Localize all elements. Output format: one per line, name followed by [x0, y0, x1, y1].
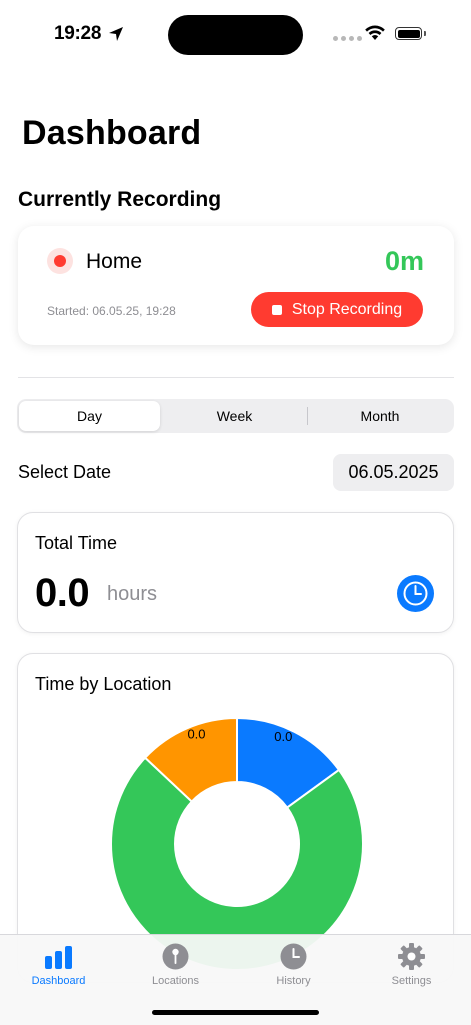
status-bar: 19:28 [0, 0, 471, 62]
clock-icon [280, 943, 307, 970]
clock-icon [397, 575, 434, 612]
tab-label: History [276, 975, 311, 987]
wifi-icon [365, 25, 385, 40]
period-option-day[interactable]: Day [19, 401, 160, 431]
gear-icon [398, 943, 425, 970]
period-option-week[interactable]: Week [162, 401, 307, 431]
tab-label: Dashboard [31, 975, 86, 987]
tab-label: Settings [391, 975, 432, 987]
recording-started: Started: 06.05.25, 19:28 [47, 304, 176, 318]
battery-cap [424, 31, 426, 36]
recording-location: Home [86, 250, 143, 273]
tab-dashboard[interactable]: Dashboard [0, 935, 117, 995]
recording-indicator-icon [47, 248, 73, 274]
page-title: Dashboard [22, 114, 202, 152]
total-time-title: Total Time [35, 533, 118, 553]
bar-chart-icon [45, 946, 72, 969]
dynamic-island [168, 15, 303, 55]
tab-locations[interactable]: Locations [117, 935, 234, 995]
recording-duration: 0m [384, 246, 424, 276]
donut-slice-label-2: 0.0 [187, 726, 205, 741]
tab-history[interactable]: History [235, 935, 352, 995]
battery-icon [395, 27, 422, 40]
date-picker-button[interactable]: 06.05.2025 [333, 454, 454, 491]
tab-label: Locations [151, 975, 200, 987]
period-option-month[interactable]: Month [308, 401, 452, 431]
total-time-value: 0.0 [35, 571, 90, 615]
select-date-label: Select Date [18, 462, 112, 482]
stop-recording-label: Stop Recording [291, 300, 403, 318]
total-time-unit: hours [107, 583, 158, 605]
total-time-card: Total Time 0.0 hours [17, 512, 454, 633]
stop-recording-button[interactable]: Stop Recording [251, 292, 423, 327]
pin-icon [162, 943, 189, 970]
location-arrow-icon [109, 27, 123, 41]
recording-card: Home 0m Started: 06.05.25, 19:28 Stop Re… [18, 226, 454, 345]
tab-settings[interactable]: Settings [353, 935, 470, 995]
currently-recording-title: Currently Recording [18, 188, 222, 211]
status-time: 19:28 [54, 23, 102, 44]
period-picker: Day Week Month [17, 399, 454, 433]
divider [18, 377, 454, 378]
donut-slice-label-0: 0.0 [274, 729, 292, 744]
home-indicator [152, 1010, 319, 1015]
stop-icon [271, 304, 282, 315]
cellular-signal-icon [333, 36, 362, 41]
